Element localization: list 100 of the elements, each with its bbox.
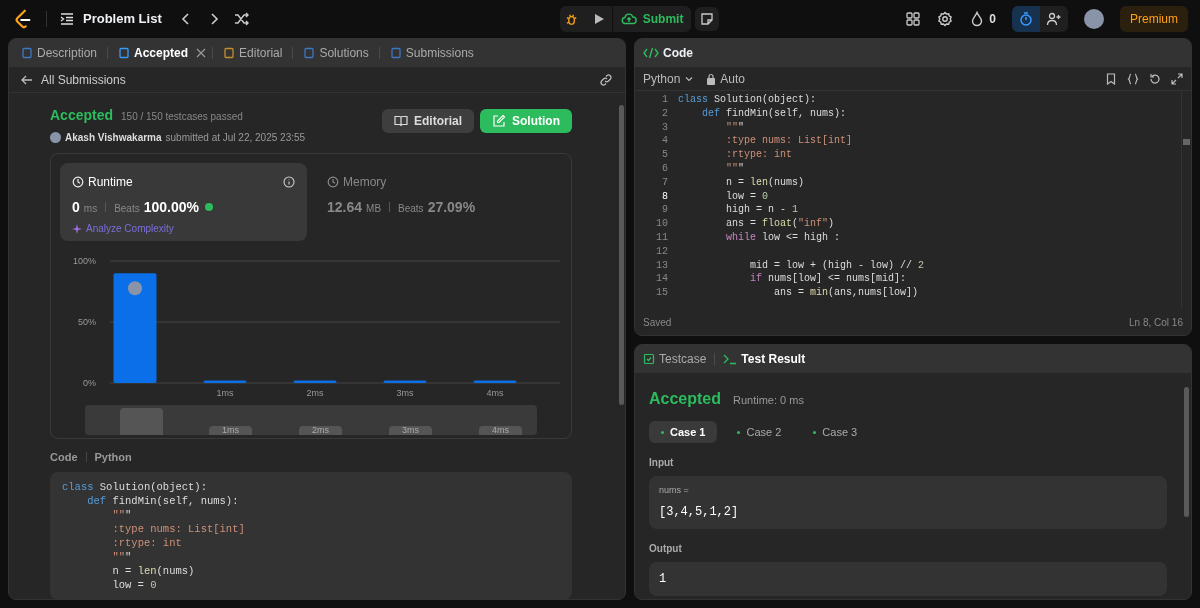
play-icon <box>592 13 605 25</box>
code-line: while low <= high : <box>725 230 841 245</box>
info-icon[interactable] <box>283 176 295 188</box>
code-line: ans = min(ans,nums[low]) <box>773 286 919 300</box>
expand-icon[interactable] <box>1171 72 1183 85</box>
input-value: [3,4,5,1,2] <box>659 503 740 521</box>
timer-button[interactable] <box>1012 6 1040 32</box>
line-number: 9 <box>661 203 668 218</box>
panel-tab[interactable]: Testcase <box>643 350 707 368</box>
code-label: Code <box>50 450 78 465</box>
code-line: def findMin(self, nums): <box>86 493 240 508</box>
mode-label: Auto <box>720 70 746 88</box>
avatar[interactable] <box>1084 9 1104 29</box>
code-line: low = 0 <box>111 577 158 592</box>
axis-tick-label: 1ms <box>216 388 234 398</box>
metric-title: Runtime <box>88 174 133 191</box>
metric-value: 12.64 <box>327 198 363 217</box>
bar[interactable] <box>113 273 157 383</box>
code-line: if nums[low] <= nums[mid]: <box>749 272 907 287</box>
editorial-button[interactable]: Editorial <box>382 109 474 133</box>
line-number: 10 <box>655 217 668 231</box>
input-label: Input <box>649 456 675 470</box>
metric-title: Memory <box>343 174 387 191</box>
line-number: 4 <box>661 134 668 149</box>
metric-card[interactable]: Memory 12.64 MB Beats 27.09% <box>315 163 562 241</box>
all-submissions-link[interactable]: All Submissions <box>41 70 126 89</box>
clock-icon <box>72 176 84 188</box>
runtime-text: Runtime: 0 ms <box>733 393 804 408</box>
line-number: 12 <box>655 244 668 259</box>
cloud-upload-icon <box>620 11 637 27</box>
avatar <box>128 281 142 296</box>
beats-percentage: 100.00% <box>143 198 199 217</box>
line-number: 14 <box>655 272 668 287</box>
save-status: Saved <box>643 315 672 330</box>
reset-icon[interactable] <box>1149 72 1161 85</box>
streak-count: 0 <box>989 11 996 28</box>
line-number: 2 <box>661 106 668 121</box>
beats-percentage: 27.09% <box>427 198 476 217</box>
code-line: class Solution(object): <box>677 93 817 107</box>
tab-icon <box>389 47 402 59</box>
code-line: :rtype: int <box>725 148 793 162</box>
panel-tab[interactable]: Test Result <box>723 350 806 368</box>
panel-tab[interactable]: Description <box>17 42 102 64</box>
code-line: def findMin(self, nums): <box>701 106 847 121</box>
code-line: """ <box>725 120 745 135</box>
line-number: 3 <box>661 120 668 135</box>
close-tab-button[interactable] <box>196 48 207 58</box>
note-button[interactable] <box>695 7 720 31</box>
user-name[interactable]: Akash Vishwakarma <box>65 130 162 145</box>
case-tab[interactable]: Case 1 <box>649 421 718 443</box>
panel-title[interactable]: Code <box>663 44 693 62</box>
axis-tick-label: 50% <box>78 317 96 327</box>
code-line: low = 0 <box>725 189 769 204</box>
list-icon[interactable] <box>59 11 75 27</box>
axis-tick-label: 3ms <box>396 388 414 398</box>
case-tab[interactable]: Case 2 <box>725 421 794 443</box>
language-dropdown[interactable]: Python <box>643 69 695 88</box>
code-line: """ <box>111 549 133 564</box>
beats-label: Beats <box>398 202 424 216</box>
checkbox-icon <box>643 353 655 365</box>
panel-tab[interactable]: Solutions <box>299 42 373 64</box>
line-number: 11 <box>655 230 668 245</box>
book-icon <box>394 114 408 128</box>
line-number: 13 <box>655 258 668 273</box>
shuffle-icon[interactable] <box>233 11 250 27</box>
beats-label: Beats <box>114 202 140 216</box>
sparkle-icon <box>72 223 82 234</box>
code-line: :type nums: List[int] <box>111 521 246 536</box>
panel-tab[interactable]: Accepted <box>114 42 193 64</box>
panel-tab[interactable]: Editorial <box>219 42 287 64</box>
testcases-text: 150 / 150 testcases passed <box>121 110 243 124</box>
premium-button[interactable]: Premium <box>1120 6 1188 32</box>
code-line: :rtype: int <box>111 535 183 550</box>
tab-icon <box>21 47 33 59</box>
tab-icon <box>303 47 316 59</box>
axis-tick-label: 100% <box>72 256 96 266</box>
line-number: 8 <box>661 189 668 204</box>
back-arrow-icon[interactable] <box>21 73 33 86</box>
metric-unit: ms <box>83 202 98 216</box>
metric-value: 0 <box>72 198 80 217</box>
variable-name: nums = <box>659 484 690 497</box>
code-line: mid = low + (high - low) // 2 <box>749 258 925 273</box>
case-tab[interactable]: Case 3 <box>801 421 870 443</box>
submitted-time: submitted at Jul 22, 2025 23:55 <box>165 131 306 145</box>
settings-icon[interactable] <box>937 11 954 27</box>
overview-label: 2ms <box>299 426 342 435</box>
link-icon[interactable] <box>599 72 613 87</box>
code-line: n = len(nums) <box>111 563 196 578</box>
output-value: 1 <box>659 570 668 588</box>
code-line: n = len(nums) <box>725 175 805 190</box>
panel-tab[interactable]: Submissions <box>385 42 478 64</box>
metric-card[interactable]: Runtime 0 ms Beats 100.00% Analyze Complexity <box>60 163 307 241</box>
line-number: 1 <box>661 93 668 107</box>
braces-icon[interactable] <box>1127 72 1139 85</box>
bookmark-icon[interactable] <box>1105 72 1117 85</box>
metric-unit: MB <box>366 202 382 216</box>
problem-list-link[interactable]: Problem List <box>83 9 162 29</box>
code-line: :type nums: List[int] <box>725 134 853 149</box>
line-number: 15 <box>655 286 668 300</box>
grid-icon[interactable] <box>905 11 922 27</box>
